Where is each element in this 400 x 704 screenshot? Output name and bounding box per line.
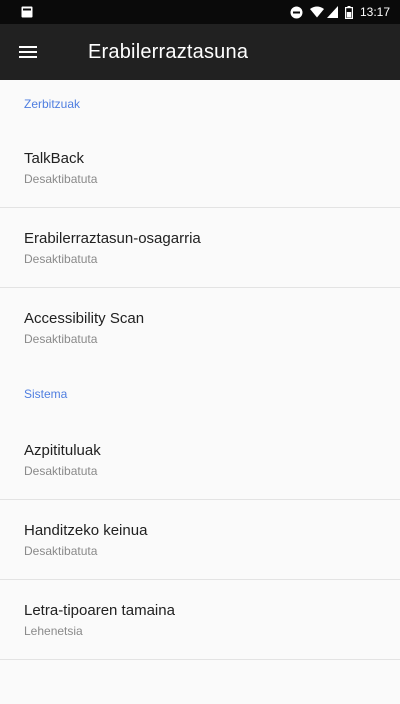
- setting-item-talkback[interactable]: TalkBack Desaktibatuta: [0, 128, 400, 208]
- page-title: Erabilerraztasuna: [88, 40, 249, 63]
- setting-title: Letra-tipoaren tamaina: [24, 601, 175, 619]
- setting-item-accessibility-suite[interactable]: Erabilerraztasun-osagarria Desaktibatuta: [0, 208, 400, 288]
- do-not-disturb-icon: [290, 6, 303, 19]
- setting-title: Accessibility Scan: [24, 310, 145, 327]
- app-bar: Erabilerraztasuna: [0, 24, 400, 80]
- setting-title: Erabilerraztasun-osagarria: [24, 229, 201, 247]
- setting-title: Handitzeko keinua: [24, 521, 148, 539]
- battery-icon: [344, 5, 353, 19]
- settings-list: Zerbitzuak TalkBack Desaktibatuta Erabil…: [0, 80, 400, 660]
- setting-summary: Desaktibatuta: [24, 171, 98, 186]
- notification-icon: [21, 6, 33, 18]
- signal-icon: [326, 6, 338, 18]
- setting-summary: Desaktibatuta: [24, 543, 98, 558]
- setting-summary: Desaktibatuta: [24, 251, 98, 266]
- hamburger-menu-icon[interactable]: [16, 40, 40, 64]
- setting-summary: Desaktibatuta: [24, 332, 98, 346]
- status-bar: 13:17: [0, 0, 400, 24]
- wifi-icon: [309, 6, 324, 18]
- section-header-system: Sistema: [24, 387, 68, 401]
- setting-summary: Lehenetsia: [24, 623, 83, 638]
- setting-title: TalkBack: [24, 149, 85, 167]
- status-time: 13:17: [359, 5, 390, 19]
- setting-item-magnification-gesture[interactable]: Handitzeko keinua Desaktibatuta: [0, 500, 400, 580]
- setting-item-captions[interactable]: Azpitituluak Desaktibatuta: [0, 420, 400, 500]
- setting-title: Azpitituluak: [24, 441, 101, 459]
- setting-summary: Desaktibatuta: [24, 463, 98, 478]
- section-header-services: Zerbitzuak: [24, 97, 81, 111]
- setting-item-font-size[interactable]: Letra-tipoaren tamaina Lehenetsia: [0, 580, 400, 660]
- setting-item-accessibility-scan[interactable]: Accessibility Scan Desaktibatuta: [0, 288, 400, 368]
